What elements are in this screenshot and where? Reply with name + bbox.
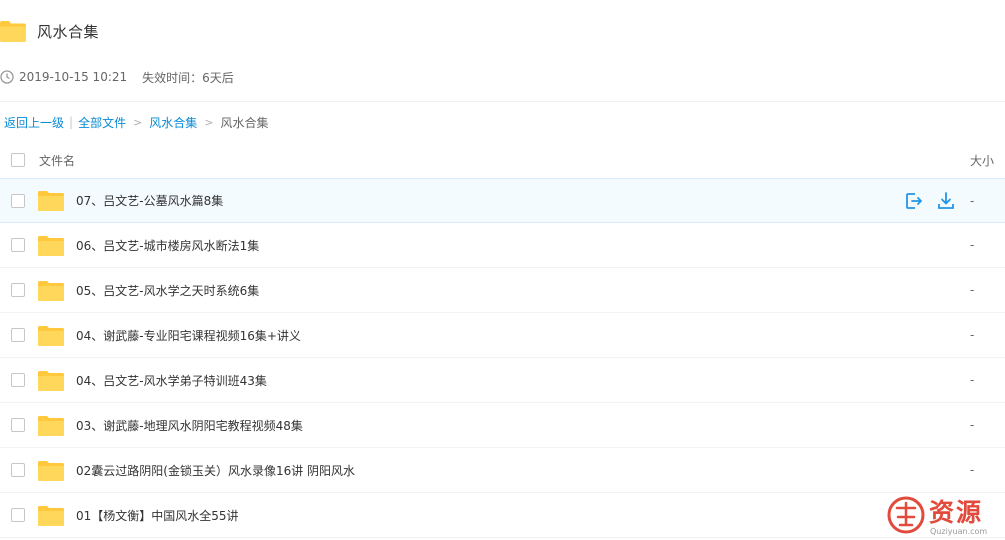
file-size: -: [970, 463, 975, 477]
table-row[interactable]: 05、吕文艺-风水学之天时系统6集 -: [0, 268, 1005, 313]
share-header: 风水合集: [0, 14, 99, 48]
folder-icon: [38, 415, 64, 436]
save-to-icon[interactable]: [904, 191, 924, 211]
file-name[interactable]: 06、吕文艺-城市楼房风水断法1集: [76, 237, 259, 254]
file-size: -: [970, 283, 975, 297]
row-checkbox[interactable]: [11, 373, 25, 387]
all-files-link[interactable]: 全部文件: [78, 114, 126, 131]
page-title: 风水合集: [37, 22, 100, 41]
share-datetime: 2019-10-15 10:21: [19, 70, 128, 84]
folder-icon: [38, 370, 64, 391]
current-folder: 风水合集: [220, 115, 269, 130]
file-name[interactable]: 07、吕文艺-公墓风水篇8集: [76, 192, 223, 209]
file-name[interactable]: 05、吕文艺-风水学之天时系统6集: [76, 282, 259, 299]
row-checkbox[interactable]: [11, 283, 25, 297]
watermark-logo: 资源 Quziyuan.com: [884, 493, 1002, 540]
table-row[interactable]: 04、谢武藤-专业阳宅课程视频16集+讲义 -: [0, 313, 1005, 358]
file-name[interactable]: 02囊云过路阴阳(金锁玉关）风水录像16讲 阴阳风水: [76, 462, 355, 479]
file-size: -: [970, 238, 975, 252]
row-checkbox[interactable]: [11, 238, 25, 252]
folder-icon: [38, 325, 64, 346]
clock-icon: [0, 70, 14, 84]
expiry-text: 失效时间：6天后: [142, 70, 234, 85]
watermark-emblem-icon: [887, 496, 925, 534]
table-row[interactable]: 07、吕文艺-公墓风水篇8集 -: [0, 178, 1005, 223]
file-name[interactable]: 03、谢武藤-地理风水阴阳宅教程视频48集: [76, 417, 303, 434]
row-checkbox[interactable]: [11, 508, 25, 522]
parent-folder-link[interactable]: 风水合集: [149, 114, 197, 131]
download-icon[interactable]: [936, 191, 956, 211]
breadcrumb-chevron: >: [133, 115, 143, 129]
file-size: -: [970, 193, 975, 208]
file-size: -: [970, 418, 975, 432]
folder-icon: [38, 505, 64, 526]
file-name[interactable]: 04、谢武藤-专业阳宅课程视频16集+讲义: [76, 327, 301, 344]
breadcrumb: 返回上一级 | 全部文件 > 风水合集 > 风水合集: [4, 112, 269, 132]
watermark-text: 资源: [929, 498, 984, 527]
back-link[interactable]: 返回上一级: [4, 114, 64, 131]
table-row[interactable]: 06、吕文艺-城市楼房风水断法1集 -: [0, 223, 1005, 268]
row-checkbox[interactable]: [11, 463, 25, 477]
divider: [0, 101, 1005, 102]
column-header-size[interactable]: 大小: [970, 152, 994, 169]
file-name[interactable]: 04、吕文艺-风水学弟子特训班43集: [76, 372, 267, 389]
row-checkbox[interactable]: [11, 193, 25, 208]
folder-icon: [0, 21, 26, 42]
folder-icon: [38, 460, 64, 481]
table-row[interactable]: 04、吕文艺-风水学弟子特训班43集 -: [0, 358, 1005, 403]
table-row[interactable]: 02囊云过路阴阳(金锁玉关）风水录像16讲 阴阳风水 -: [0, 448, 1005, 493]
column-header-name[interactable]: 文件名: [39, 152, 75, 169]
folder-icon: [38, 280, 64, 301]
share-meta: 2019-10-15 10:21 失效时间：6天后: [0, 67, 234, 87]
file-list: 07、吕文艺-公墓风水篇8集 - 06、吕文艺-城市楼房风水断法1集 - 05、…: [0, 178, 1005, 538]
select-all-checkbox[interactable]: [11, 153, 25, 167]
file-list-header: 文件名 大小: [0, 142, 1005, 179]
breadcrumb-separator: |: [69, 115, 74, 129]
row-actions: [904, 191, 956, 211]
file-size: -: [970, 373, 975, 387]
folder-icon: [38, 191, 64, 211]
row-checkbox[interactable]: [11, 418, 25, 432]
table-row[interactable]: 01【杨文衡】中国风水全55讲 -: [0, 493, 1005, 538]
file-size: -: [970, 328, 975, 342]
row-checkbox[interactable]: [11, 328, 25, 342]
table-row[interactable]: 03、谢武藤-地理风水阴阳宅教程视频48集 -: [0, 403, 1005, 448]
breadcrumb-chevron: >: [204, 115, 214, 129]
file-name[interactable]: 01【杨文衡】中国风水全55讲: [76, 507, 239, 524]
watermark-url: Quziyuan.com: [930, 527, 988, 536]
folder-icon: [38, 235, 64, 256]
